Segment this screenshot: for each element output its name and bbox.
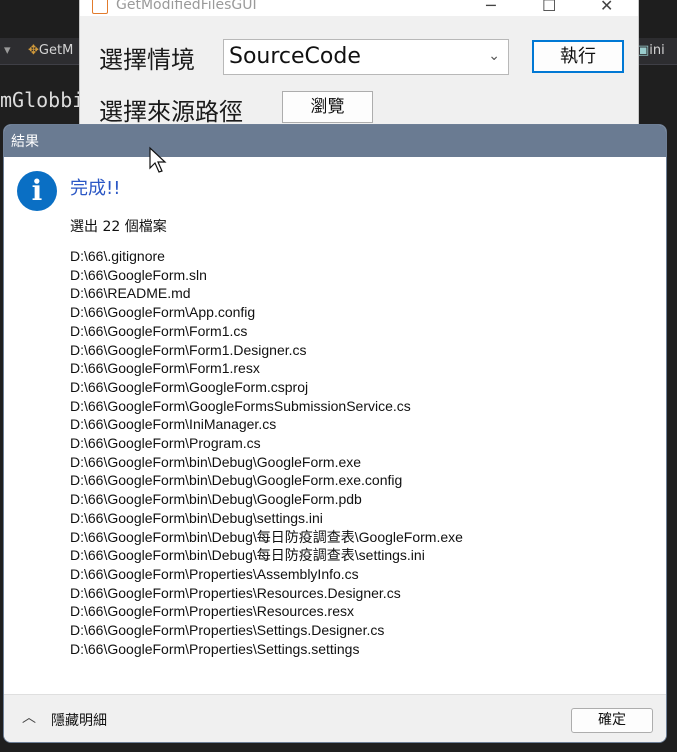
result-summary: 選出 22 個檔案 [70,219,167,235]
file-list-item: D:\66\GoogleForm\bin\Debug\settings.ini [70,509,323,526]
main-window-title: GetModifiedFilesGUI [116,0,257,13]
source-path-label: 選擇來源路徑 [99,98,243,126]
file-list-item: D:\66\GoogleForm\bin\Debug\GoogleForm.ex… [70,453,362,470]
file-list-item: D:\66\GoogleForm\bin\Debug\GoogleForm.ex… [70,472,403,489]
dialog-footer: ︿ 隱藏明細 確定 [4,694,666,742]
main-instruction: 完成!! [70,178,121,199]
ide-code-line: mGlobbi [0,88,85,112]
chevron-up-icon[interactable]: ︿ [22,707,36,727]
ide-tab-left[interactable]: ✥GetM [28,40,73,62]
ide-tab-right[interactable]: ▣ini [637,40,665,62]
file-list-item: D:\66\GoogleForm\bin\Debug\每日防疫調查表\Googl… [70,528,463,545]
main-window: GetModifiedFilesGUI ─ ☐ ✕ 選擇情境 SourceCod… [79,0,639,128]
file-list-item: D:\66\GoogleForm\App.config [70,304,256,321]
file-list-item: D:\66\GoogleForm\Form1.cs [70,322,248,339]
minimize-button[interactable]: ─ [486,0,496,15]
file-list-item: D:\66\GoogleForm\GoogleForm.csproj [70,378,309,395]
file-list: D:\66\.gitignore D:\66\GoogleForm.sln D:\6… [70,247,463,658]
file-list-item: D:\66\GoogleForm\Form1.Designer.cs [70,341,307,358]
cs-project-icon: ✥ [28,43,39,58]
file-list-item: D:\66\GoogleForm\Program.cs [70,435,261,452]
close-button[interactable]: ✕ [600,0,613,15]
scenario-select-value: SourceCode [229,44,361,69]
file-list-item: D:\66\GoogleForm\bin\Debug\GoogleForm.pd… [70,491,362,508]
dialog-title-bar: 結果 [4,125,666,157]
file-list-item: D:\66\GoogleForm\Properties\AssemblyInfo… [70,565,359,582]
mouse-cursor-icon [149,146,167,173]
file-list-item: D:\66\GoogleForm\Properties\Resources.re… [70,603,354,620]
chevron-down-icon: ⌄ [488,48,500,64]
ok-button[interactable]: 確定 [571,708,653,733]
file-list-item: D:\66\GoogleForm\Properties\Settings.set… [70,640,360,657]
app-icon [92,0,108,14]
file-list-item: D:\66\GoogleForm\IniManager.cs [70,416,277,433]
ide-tab-left-label: GetM [38,43,74,58]
main-window-title-bar: GetModifiedFilesGUI ─ ☐ ✕ [80,0,638,16]
scenario-label: 選擇情境 [99,46,195,74]
run-button[interactable]: 執行 [532,40,624,73]
result-dialog: 結果 i 完成!! 選出 22 個檔案 D:\66\.gitignore D:\6… [3,124,667,743]
scenario-select[interactable]: SourceCode ⌄ [223,39,509,75]
hide-details-toggle[interactable]: 隱藏明細 [51,710,107,730]
file-list-item: D:\66\GoogleForm.sln [70,266,207,283]
file-list-item: D:\66\GoogleForm\bin\Debug\每日防疫調查表\setti… [70,547,425,564]
dialog-title: 結果 [11,134,39,150]
file-list-item: D:\66\GoogleForm\Properties\Resources.De… [70,584,401,601]
file-list-item: D:\66\GoogleForm\Form1.resx [70,360,260,377]
browse-button[interactable]: 瀏覽 [282,91,373,123]
file-list-item: D:\66\.gitignore [70,248,165,264]
file-list-item: D:\66\GoogleForm\GoogleFormsSubmissionSe… [70,397,411,414]
maximize-button[interactable]: ☐ [542,0,556,15]
ide-tab-right-label: ini [649,43,665,58]
tab-dropdown-icon[interactable]: ▾ [4,40,11,62]
file-list-item: D:\66\GoogleForm\Properties\Settings.Des… [70,622,385,639]
file-list-item: D:\66\README.md [70,285,191,302]
info-icon: i [17,171,57,211]
